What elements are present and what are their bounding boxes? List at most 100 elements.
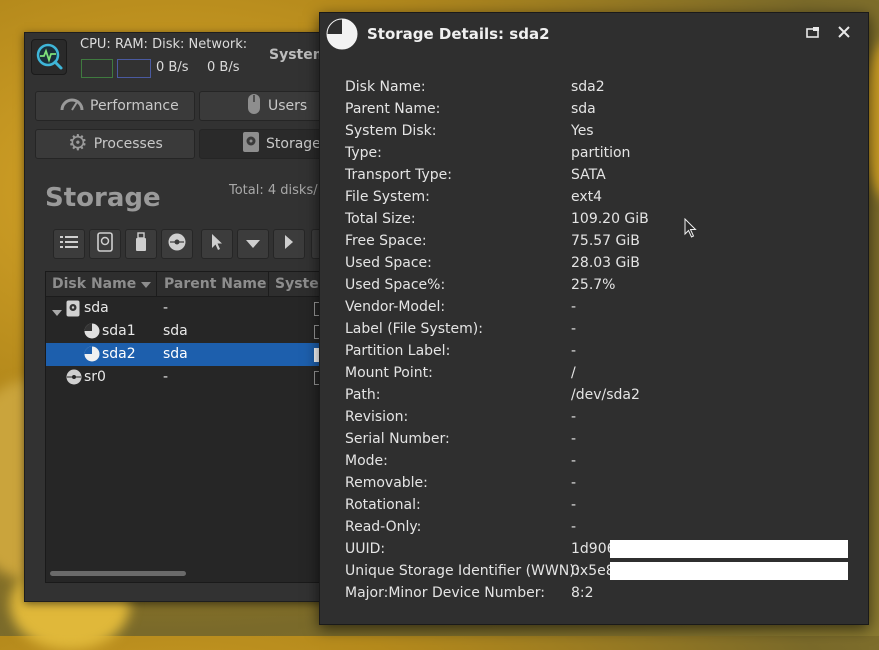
expander-open-icon[interactable]: [52, 305, 62, 320]
property-row: Serial Number: -: [345, 429, 855, 451]
play-icon: [285, 235, 293, 253]
property-value[interactable]: sda2: [571, 79, 605, 95]
column-divider: [156, 272, 157, 296]
property-label: Vendor-Model:: [345, 299, 446, 315]
property-value[interactable]: ext4: [571, 189, 602, 205]
monitor-labels: CPU: RAM: Disk: Network:: [80, 37, 248, 52]
maximize-button[interactable]: [803, 25, 821, 43]
disk-tree-view[interactable]: Disk Name Parent Name Syste sda - sda1 s…: [45, 271, 327, 583]
property-row: Unique Storage Identifier (WWN): 0x5e8: [345, 561, 855, 583]
property-value[interactable]: -: [571, 431, 576, 447]
property-row: Rotational: -: [345, 495, 855, 517]
property-value[interactable]: -: [571, 453, 576, 469]
gauge-icon: [60, 96, 84, 116]
property-value[interactable]: 8:2: [571, 585, 594, 601]
property-row: Removable: -: [345, 473, 855, 495]
property-label: Major:Minor Device Number:: [345, 585, 545, 601]
property-value[interactable]: -: [571, 497, 576, 513]
property-label: Unique Storage Identifier (WWN):: [345, 563, 580, 579]
property-value[interactable]: Yes: [571, 123, 594, 139]
property-row: System Disk: Yes: [345, 121, 855, 143]
gear-icon: ⚙: [68, 131, 88, 156]
parent-name-cell: -: [163, 369, 169, 385]
property-label: Path:: [345, 387, 381, 403]
property-value[interactable]: -: [571, 475, 576, 491]
property-row: Parent Name: sda: [345, 99, 855, 121]
column-header-parent-name[interactable]: Parent Name: [164, 276, 267, 292]
tree-row-sr0[interactable]: sr0 -: [46, 366, 326, 389]
dropdown-button[interactable]: [237, 229, 269, 259]
property-label: UUID:: [345, 541, 386, 557]
property-value[interactable]: -: [571, 343, 576, 359]
property-label: Used Space:: [345, 255, 432, 271]
parent-name-cell: sda: [163, 323, 188, 339]
pointer-icon: [211, 233, 223, 255]
property-label: Label (File System):: [345, 321, 483, 337]
parent-name-cell: -: [163, 300, 169, 316]
property-label: Read-Only:: [345, 519, 422, 535]
close-button[interactable]: [835, 25, 853, 43]
property-label: Used Space%:: [345, 277, 446, 293]
property-value[interactable]: SATA: [571, 167, 606, 183]
property-row: File System: ext4: [345, 187, 855, 209]
cpu-graph: [81, 59, 113, 78]
property-label: Revision:: [345, 409, 409, 425]
property-value[interactable]: -: [571, 409, 576, 425]
property-value[interactable]: 109.20 GiB: [571, 211, 649, 227]
app-logo-icon[interactable]: [31, 39, 67, 75]
property-value[interactable]: 75.57 GiB: [571, 233, 640, 249]
property-value[interactable]: partition: [571, 145, 630, 161]
tree-row-sda[interactable]: sda -: [46, 297, 326, 320]
maximize-icon: [805, 26, 819, 42]
redaction-box: [610, 540, 848, 558]
property-value[interactable]: /: [571, 365, 576, 381]
property-value[interactable]: sda: [571, 101, 596, 117]
select-button[interactable]: [201, 229, 233, 259]
property-value[interactable]: -: [571, 519, 576, 535]
property-row: Read-Only: -: [345, 517, 855, 539]
total-disks-label: Total: 4 disks/: [229, 183, 318, 198]
usb-filter-button[interactable]: [125, 229, 157, 259]
property-row: Revision: -: [345, 407, 855, 429]
ram-graph: [117, 59, 151, 78]
property-value[interactable]: 28.03 GiB: [571, 255, 640, 271]
tab-storage[interactable]: Storage: [199, 129, 325, 159]
property-value[interactable]: /dev/sda2: [571, 387, 640, 403]
optical-icon: [66, 369, 82, 389]
property-label: Disk Name:: [345, 79, 426, 95]
property-row: UUID: 1d906: [345, 539, 855, 561]
tab-label: Performance: [90, 98, 179, 114]
sort-down-icon: [141, 276, 152, 292]
tab-users[interactable]: Users: [199, 91, 325, 121]
column-header-disk-name[interactable]: Disk Name: [52, 276, 152, 292]
property-value[interactable]: 0x5e8: [571, 563, 615, 579]
property-row: Used Space: 28.03 GiB: [345, 253, 855, 275]
tab-performance[interactable]: Performance: [35, 91, 195, 121]
redaction-box: [610, 562, 848, 580]
optical-filter-button[interactable]: [161, 229, 193, 259]
dialog-title: Storage Details: sda2: [367, 25, 550, 43]
property-value[interactable]: 25.7%: [571, 277, 615, 293]
property-value[interactable]: 1d906: [571, 541, 616, 557]
list-view-button[interactable]: [53, 229, 85, 259]
property-label: Transport Type:: [345, 167, 453, 183]
property-value[interactable]: -: [571, 299, 576, 315]
harddisk-filter-button[interactable]: [89, 229, 121, 259]
storage-details-dialog: Storage Details: sda2 Disk Name: sda2 Pare…: [319, 12, 869, 625]
property-row: Mount Point: /: [345, 363, 855, 385]
property-value[interactable]: -: [571, 321, 576, 337]
tab-processes[interactable]: ⚙ Processes: [35, 129, 195, 159]
tree-row-sda1[interactable]: sda1 sda: [46, 320, 326, 343]
mouse-cursor-icon: [684, 217, 698, 242]
harddisk-icon: [242, 131, 260, 157]
property-label: Partition Label:: [345, 343, 451, 359]
property-row: Used Space%: 25.7%: [345, 275, 855, 297]
property-row: Free Space: 75.57 GiB: [345, 231, 855, 253]
column-header-system[interactable]: Syste: [275, 276, 319, 292]
tree-row-sda2[interactable]: sda2 sda: [46, 343, 326, 366]
tab-label: Users: [268, 98, 308, 114]
property-label: Total Size:: [345, 211, 416, 227]
property-label: Mode:: [345, 453, 388, 469]
horizontal-scrollbar[interactable]: [50, 571, 186, 576]
play-button[interactable]: [273, 229, 305, 259]
